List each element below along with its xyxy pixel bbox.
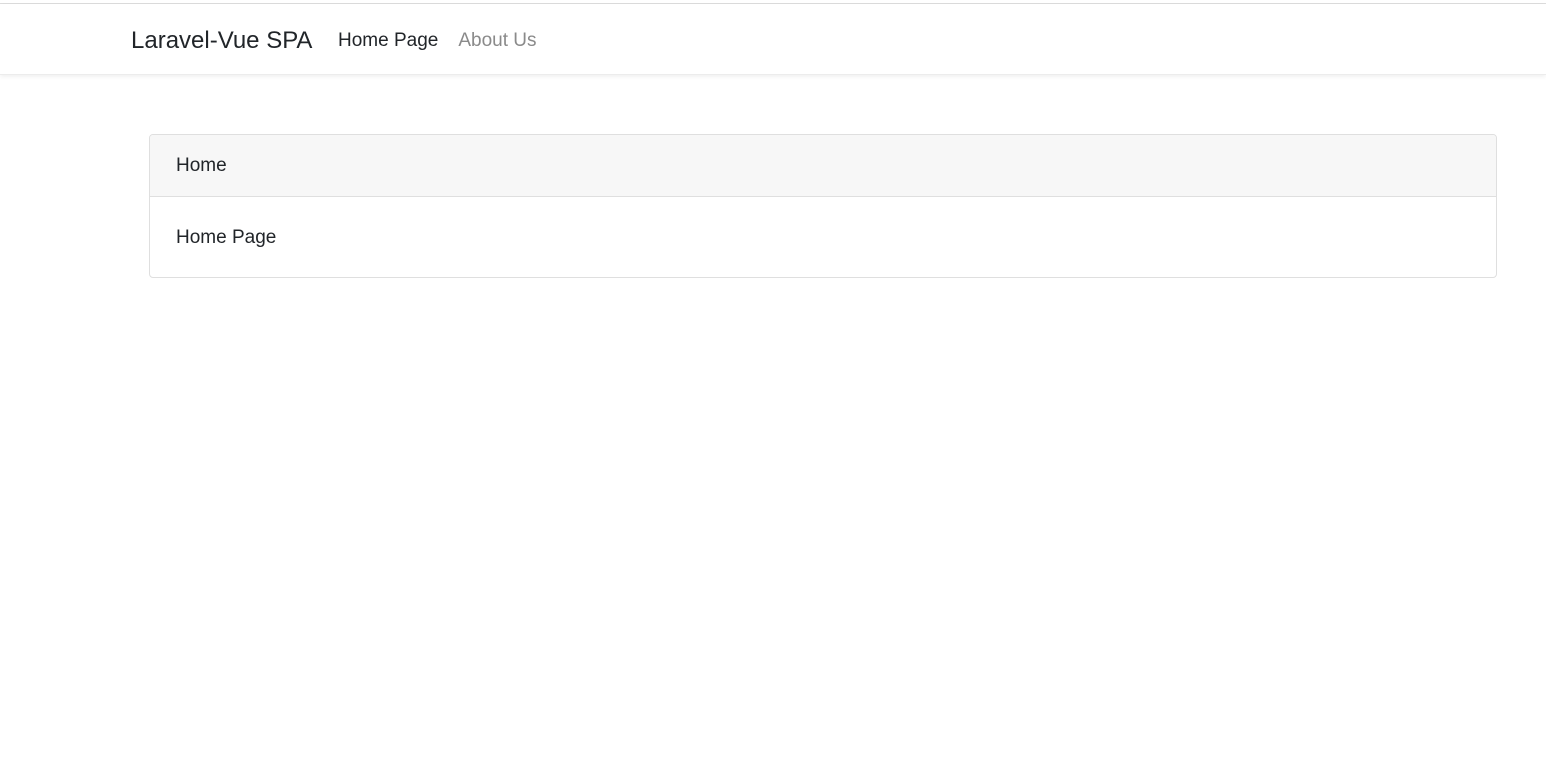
brand-link[interactable]: Laravel-Vue SPA xyxy=(131,4,312,74)
card-header: Home xyxy=(150,135,1496,197)
nav-link-home-page[interactable]: Home Page xyxy=(338,30,438,52)
nav-links: Home Page About Us xyxy=(338,4,537,74)
card-body: Home Page xyxy=(176,227,277,248)
nav-link-about-us[interactable]: About Us xyxy=(458,30,536,52)
home-card: Home Home Page xyxy=(149,134,1497,278)
navbar: Laravel-Vue SPA Home Page About Us xyxy=(0,4,1546,75)
